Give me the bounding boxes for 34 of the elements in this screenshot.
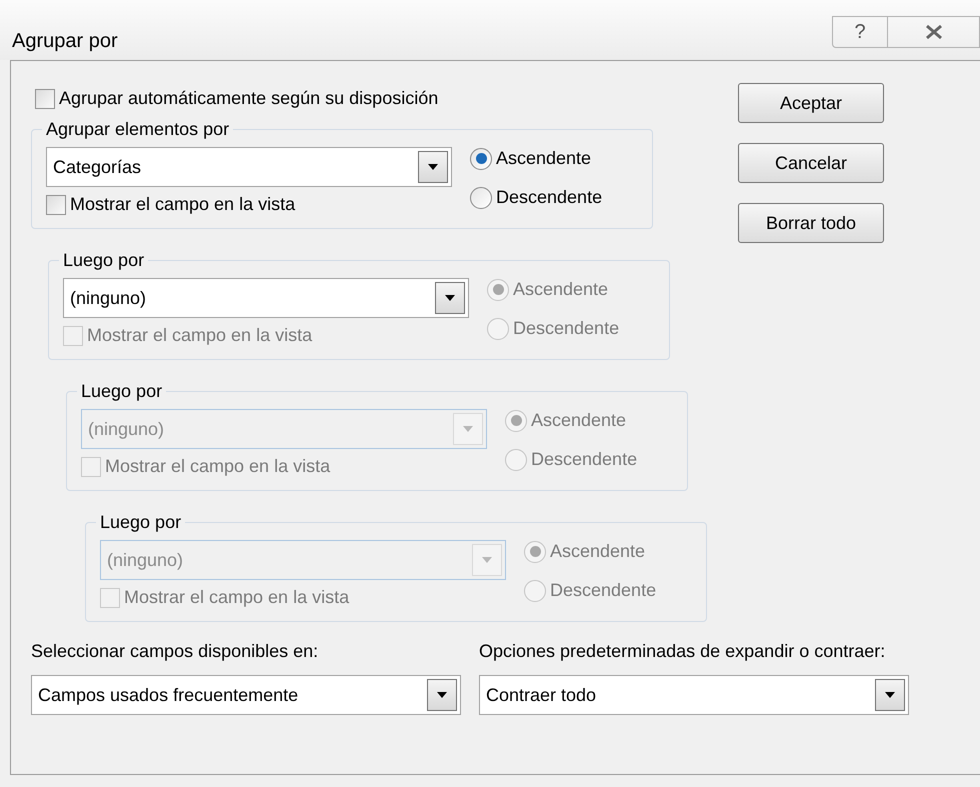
field-label: Opciones predeterminadas de expandir o contraer:	[479, 640, 886, 663]
field-label: Seleccionar campos disponibles en:	[31, 640, 320, 663]
checkbox-label: Agrupar automáticamente según su disposición	[59, 87, 438, 110]
checkbox[interactable]	[46, 194, 66, 214]
dialog-button[interactable]: Cancelar	[738, 143, 884, 183]
checkbox-label: Mostrar el campo en la vista	[105, 455, 330, 478]
radio-label: Ascendente	[531, 409, 626, 432]
group-legend: Luego por	[77, 378, 166, 405]
group-legend: Agrupar elementos por	[42, 116, 234, 143]
group-legend: Luego por	[96, 509, 186, 536]
radio-label: Ascendente	[496, 147, 592, 170]
checkbox-label: Mostrar el campo en la vista	[124, 586, 350, 609]
radio-label: Descendente	[550, 579, 656, 602]
close-button[interactable]	[888, 16, 980, 48]
radio-button[interactable]	[470, 148, 492, 170]
window-title: Agrupar por	[12, 29, 118, 54]
dropdown[interactable]: (ninguno)	[63, 278, 469, 318]
radio-button[interactable]	[470, 186, 492, 208]
help-button[interactable]: ?	[832, 16, 888, 48]
radio-label: Descendente	[513, 317, 620, 340]
radio-label: Descendente	[496, 186, 602, 209]
radio-label: Ascendente	[550, 540, 646, 563]
group-legend: Luego por	[59, 247, 148, 274]
dialog-button[interactable]: Borrar todo	[738, 203, 884, 243]
dropdown[interactable]: Categorías	[46, 147, 452, 187]
close-icon	[924, 24, 944, 40]
dropdown[interactable]: Contraer todo	[479, 675, 909, 715]
dialog-button[interactable]: Aceptar	[738, 83, 884, 123]
radio-label: Ascendente	[513, 278, 608, 301]
dropdown[interactable]: Campos usados frecuentemente	[31, 675, 461, 715]
checkbox-label: Mostrar el campo en la vista	[70, 193, 296, 216]
checkbox-label: Mostrar el campo en la vista	[87, 324, 312, 347]
radio-label: Descendente	[531, 448, 638, 471]
checkbox[interactable]	[35, 88, 55, 108]
